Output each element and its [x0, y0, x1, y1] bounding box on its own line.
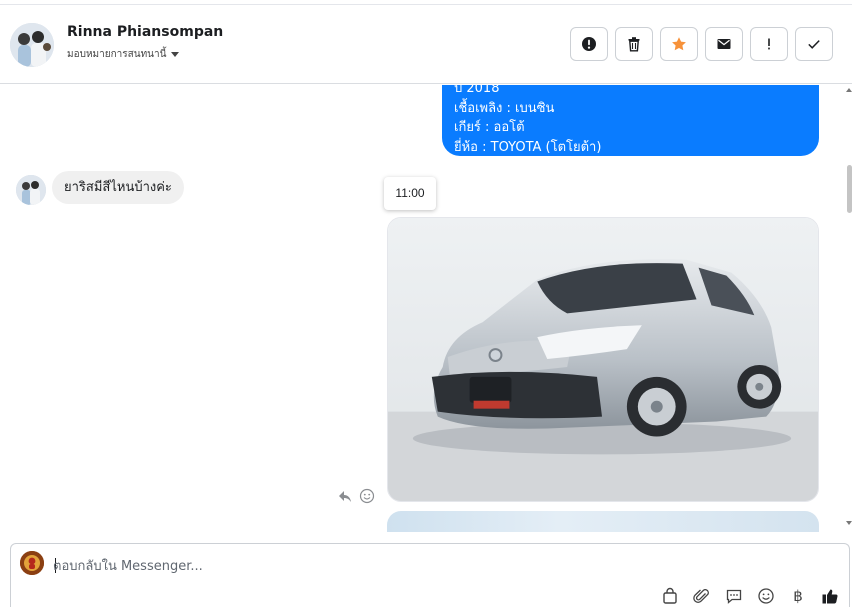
trash-icon	[628, 37, 640, 52]
outgoing-message-bubble[interactable]: ปี 2018 เชื้อเพลิง : เบนซิน เกียร์ : ออโ…	[442, 85, 819, 156]
star-icon	[672, 37, 686, 51]
paperclip-icon	[693, 589, 709, 603]
shopping-bag-icon	[663, 587, 677, 604]
conversation-header: Rinna Phiansompan มอบหมายการสนทนานี้	[0, 4, 852, 84]
saved-reply-icon	[726, 589, 742, 604]
composer-toolbar: ฿	[660, 586, 840, 606]
shopping-bag-button[interactable]	[660, 586, 680, 606]
follow-up-button[interactable]	[750, 27, 788, 61]
car-photo[interactable]	[387, 217, 819, 502]
delete-button[interactable]	[615, 27, 653, 61]
assign-conversation-dropdown[interactable]: มอบหมายการสนทนานี้	[67, 47, 180, 62]
mark-unread-button[interactable]	[705, 27, 743, 61]
scroll-up-arrow-icon[interactable]	[846, 88, 852, 92]
alert-circle-icon	[582, 37, 596, 51]
timestamp-tooltip: 11:00	[384, 177, 436, 210]
payment-button[interactable]: ฿	[788, 586, 808, 606]
assign-label: มอบหมายการสนทนานี้	[67, 49, 167, 60]
outgoing-message-line: เกียร์ : ออโต้	[454, 120, 525, 135]
scroll-down-arrow-icon[interactable]	[846, 521, 852, 525]
reply-arrow-icon[interactable]	[337, 488, 353, 504]
outgoing-message-line: ปี 2018	[454, 85, 500, 96]
mark-spam-button[interactable]	[570, 27, 608, 61]
like-button[interactable]	[820, 586, 840, 606]
outgoing-message-line: เชื้อเพลิง : เบนซิน	[454, 100, 555, 116]
message-thread: ปี 2018 เชื้อเพลิง : เบนซิน เกียร์ : ออโ…	[0, 85, 852, 532]
reply-composer: ฿	[10, 543, 850, 607]
envelope-icon	[717, 39, 731, 49]
outgoing-message-line: ยี่ห้อ : TOYOTA (โตโยต้า)	[454, 139, 602, 155]
contact-avatar[interactable]	[10, 23, 54, 67]
reply-input[interactable]	[53, 556, 613, 576]
star-button[interactable]	[660, 27, 698, 61]
mark-done-button[interactable]	[795, 27, 833, 61]
messenger-inbox: Rinna Phiansompan มอบหมายการสนทนานี้ ปี …	[0, 0, 852, 607]
conversation-actions	[570, 27, 833, 61]
scrollbar-thumb[interactable]	[847, 165, 852, 213]
page-avatar	[20, 551, 44, 575]
incoming-message-bubble[interactable]: ยาริสมีสีไหนบ้างค่ะ	[52, 171, 184, 204]
car-photo-partial[interactable]	[387, 511, 819, 532]
caret-down-icon	[171, 52, 180, 57]
attach-button[interactable]	[692, 586, 712, 606]
thread-scrollbar[interactable]	[844, 85, 852, 532]
sender-avatar[interactable]	[16, 175, 46, 205]
saved-reply-button[interactable]	[724, 586, 744, 606]
message-actions	[337, 488, 375, 504]
checkmark-icon	[808, 40, 820, 49]
emoji-button[interactable]	[756, 586, 776, 606]
baht-icon: ฿	[793, 588, 803, 605]
thumbs-up-icon	[822, 589, 838, 604]
exclamation-icon	[768, 38, 770, 50]
emoji-reaction-icon[interactable]	[359, 488, 375, 504]
emoji-icon	[758, 588, 774, 604]
contact-name[interactable]: Rinna Phiansompan	[67, 24, 223, 40]
